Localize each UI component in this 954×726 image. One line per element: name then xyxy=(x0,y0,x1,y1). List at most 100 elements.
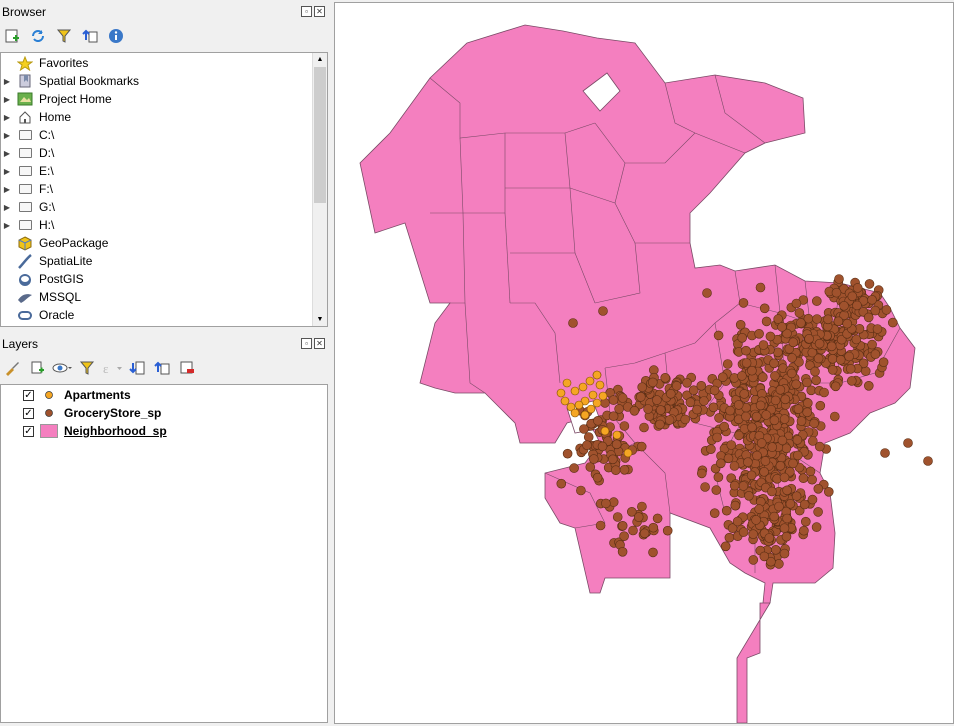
style-brush-icon[interactable] xyxy=(2,358,22,378)
expand-arrow-icon[interactable]: ▶ xyxy=(1,167,13,176)
grocery-point xyxy=(712,432,722,443)
grocery-point xyxy=(863,380,874,391)
browser-item[interactable]: PostGIS xyxy=(1,270,327,288)
grocery-point xyxy=(775,460,786,471)
browser-item-label: GeoPackage xyxy=(39,236,109,250)
grocery-point xyxy=(813,483,824,494)
expand-arrow-icon[interactable]: ▶ xyxy=(1,221,13,230)
browser-item-label: Project Home xyxy=(39,92,112,106)
grocery-point xyxy=(592,472,603,483)
add-layer-icon[interactable] xyxy=(2,26,22,46)
grocery-point xyxy=(805,466,816,477)
collapse-all-icon[interactable] xyxy=(80,26,100,46)
browser-item[interactable]: ▶ G:\ xyxy=(1,198,327,216)
remove-layer-icon[interactable] xyxy=(177,358,197,378)
browser-item[interactable]: ▶ F:\ xyxy=(1,180,327,198)
browser-item[interactable]: ▶ C:\ xyxy=(1,126,327,144)
map-canvas[interactable] xyxy=(334,2,954,724)
map-svg[interactable] xyxy=(335,3,953,723)
layer-item[interactable]: ✓ Apartments xyxy=(1,386,327,404)
filter-legend-icon[interactable] xyxy=(77,358,97,378)
add-group-icon[interactable] xyxy=(27,358,47,378)
grocery-point xyxy=(648,522,659,533)
info-icon[interactable] xyxy=(106,26,126,46)
grocery-point xyxy=(779,472,790,483)
browser-panel-title: Browser xyxy=(2,5,47,19)
scroll-thumb[interactable] xyxy=(314,67,326,203)
geopackage-icon xyxy=(17,235,33,251)
collapse-all-icon[interactable] xyxy=(152,358,172,378)
apartment-point xyxy=(560,396,570,406)
grocery-point xyxy=(830,381,841,392)
browser-item-label: SpatiaLite xyxy=(39,254,93,268)
browser-item[interactable]: SpatiaLite xyxy=(1,252,327,270)
grocery-point xyxy=(628,525,638,536)
folder-icon xyxy=(17,146,33,160)
browser-item[interactable]: ▶ Project Home xyxy=(1,90,327,108)
grocery-point xyxy=(595,520,606,531)
browser-item[interactable]: Favorites xyxy=(1,54,327,72)
scroll-up-icon[interactable]: ▲ xyxy=(313,53,327,66)
browser-item[interactable]: ▶ Spatial Bookmarks xyxy=(1,72,327,90)
scroll-down-icon[interactable]: ▼ xyxy=(313,313,327,326)
grocery-point xyxy=(700,482,710,492)
layers-tree[interactable]: ✓ Apartments ✓ GroceryStore_sp ✓ Neighborhood… xyxy=(0,384,328,723)
grocery-point xyxy=(711,485,722,495)
grocery-point xyxy=(608,497,619,507)
grocery-point xyxy=(769,358,779,369)
grocery-point xyxy=(831,287,842,298)
layer-item[interactable]: ✓ GroceryStore_sp xyxy=(1,404,327,422)
browser-item[interactable]: ▶ H:\ xyxy=(1,216,327,234)
float-panel-icon[interactable]: ▫ xyxy=(301,338,312,349)
browser-tree[interactable]: Favorites ▶ Spatial Bookmarks ▶ Project Home… xyxy=(0,52,328,327)
grocery-point xyxy=(601,498,611,509)
grocery-point xyxy=(682,377,692,388)
visibility-eye-icon[interactable] xyxy=(52,358,72,378)
expression-filter-icon[interactable]: ε xyxy=(102,358,122,378)
browser-item[interactable]: MSSQL xyxy=(1,288,327,306)
expand-arrow-icon[interactable]: ▶ xyxy=(1,95,13,104)
layer-visibility-checkbox[interactable]: ✓ xyxy=(23,389,34,401)
browser-item[interactable]: ▶ D:\ xyxy=(1,144,327,162)
grocery-point xyxy=(655,405,666,415)
browser-scrollbar[interactable]: ▲ ▼ xyxy=(312,53,327,326)
grocery-point xyxy=(834,274,844,284)
expand-arrow-icon[interactable]: ▶ xyxy=(1,77,13,86)
filter-icon[interactable] xyxy=(54,26,74,46)
grocery-point xyxy=(741,411,751,422)
grocery-point xyxy=(748,555,759,565)
expand-arrow-icon[interactable]: ▶ xyxy=(1,203,13,212)
grocery-point xyxy=(847,291,858,302)
grocery-point xyxy=(880,448,890,458)
grocery-point xyxy=(767,486,777,497)
grocery-point xyxy=(702,288,712,298)
browser-item[interactable]: GeoPackage xyxy=(1,234,327,252)
grocery-point xyxy=(799,499,810,510)
browser-item[interactable]: Oracle xyxy=(1,306,327,324)
grocery-point xyxy=(734,430,744,441)
browser-item[interactable]: ▶ Home xyxy=(1,108,327,126)
expand-arrow-icon[interactable]: ▶ xyxy=(1,149,13,158)
grocery-point xyxy=(839,300,849,311)
browser-item[interactable]: ▶ E:\ xyxy=(1,162,327,180)
refresh-icon[interactable] xyxy=(28,26,48,46)
grocery-point xyxy=(633,512,644,522)
layer-visibility-checkbox[interactable]: ✓ xyxy=(23,425,34,437)
grocery-point xyxy=(737,371,747,381)
close-panel-icon[interactable]: ✕ xyxy=(314,6,325,17)
expand-arrow-icon[interactable]: ▶ xyxy=(1,131,13,140)
grocery-point xyxy=(738,298,749,308)
layer-item[interactable]: ✓ Neighborhood_sp xyxy=(1,422,327,440)
expand-arrow-icon[interactable]: ▶ xyxy=(1,185,13,194)
grocery-point xyxy=(833,316,844,327)
grocery-point xyxy=(635,392,646,402)
grocery-point xyxy=(765,331,776,342)
close-panel-icon[interactable]: ✕ xyxy=(314,338,325,349)
grocery-point xyxy=(769,511,780,522)
expand-arrow-icon[interactable]: ▶ xyxy=(1,113,13,122)
expand-all-icon[interactable] xyxy=(127,358,147,378)
float-panel-icon[interactable]: ▫ xyxy=(301,6,312,17)
grocery-point xyxy=(761,410,772,420)
grocery-point xyxy=(769,415,780,426)
layer-visibility-checkbox[interactable]: ✓ xyxy=(23,407,34,419)
